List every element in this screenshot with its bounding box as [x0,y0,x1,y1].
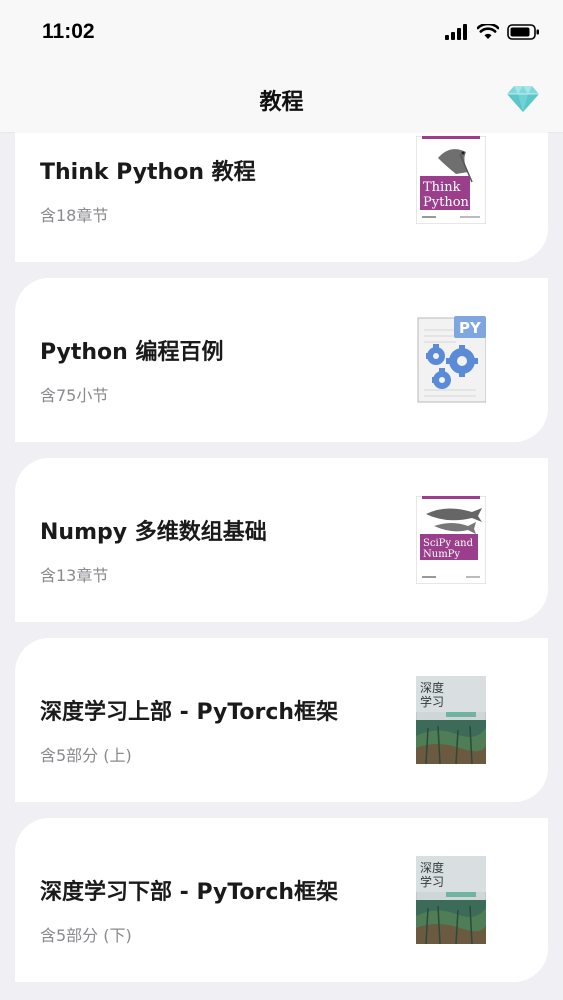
card-subtitle: 含13章节 [40,566,109,585]
cover-line1: Think [423,180,461,195]
card-subtitle: 含5部分 (上) [40,746,132,765]
deep-learning-book-cover-icon: 深度 学习 [416,676,486,764]
cellular-signal-icon [445,24,467,40]
tutorial-card-deep-learning-part2[interactable]: 深度学习下部 - PyTorch框架 含5部分 (下) 深度 学习 [15,818,548,982]
card-title: Numpy 多维数组基础 [40,520,267,545]
status-time: 11:02 [42,20,95,43]
battery-icon [507,24,539,40]
card-subtitle: 含18章节 [40,206,109,225]
cover-badge: PY [459,319,482,337]
python-file-gears-icon: PY [417,316,486,403]
cover-line2: 学习 [420,694,444,709]
vip-diamond-button[interactable] [505,80,541,116]
think-python-book-cover-icon: Think Python [416,136,486,224]
cover-line2: Python [423,195,470,210]
wifi-icon [477,24,499,39]
navigation-bar: 教程 [0,68,563,132]
diamond-icon [507,86,539,112]
tutorial-card-deep-learning-part1[interactable]: 深度学习上部 - PyTorch框架 含5部分 (上) 深度 学习 [15,638,548,802]
scipy-numpy-book-cover-icon: SciPy and NumPy [416,496,486,584]
cover-line2: 学习 [420,874,444,889]
cover-line1: 深度 [420,680,444,695]
status-icons [445,24,541,40]
tutorial-card-python-100-examples[interactable]: Python 编程百例 含75小节 PY [15,278,548,442]
card-subtitle: 含5部分 (下) [40,926,132,945]
card-title: 深度学习下部 - PyTorch框架 [40,880,339,905]
tutorial-list: Think Python 教程 含18章节 Think Python Pytho… [0,132,563,1000]
cover-line2: NumPy [423,549,460,560]
cover-line1: SciPy and [423,538,474,549]
cover-line1: 深度 [420,860,444,875]
page-title: 教程 [259,90,304,115]
card-subtitle: 含75小节 [40,386,109,405]
status-bar: 11:02 [0,0,563,68]
card-title: Think Python 教程 [40,160,256,185]
tutorial-card-think-python[interactable]: Think Python 教程 含18章节 Think Python [15,132,548,262]
card-title: Python 编程百例 [40,340,224,365]
tutorial-card-numpy[interactable]: Numpy 多维数组基础 含13章节 SciPy and NumPy [15,458,548,622]
deep-learning-book-cover-icon: 深度 学习 [416,856,486,944]
card-title: 深度学习上部 - PyTorch框架 [40,700,339,725]
